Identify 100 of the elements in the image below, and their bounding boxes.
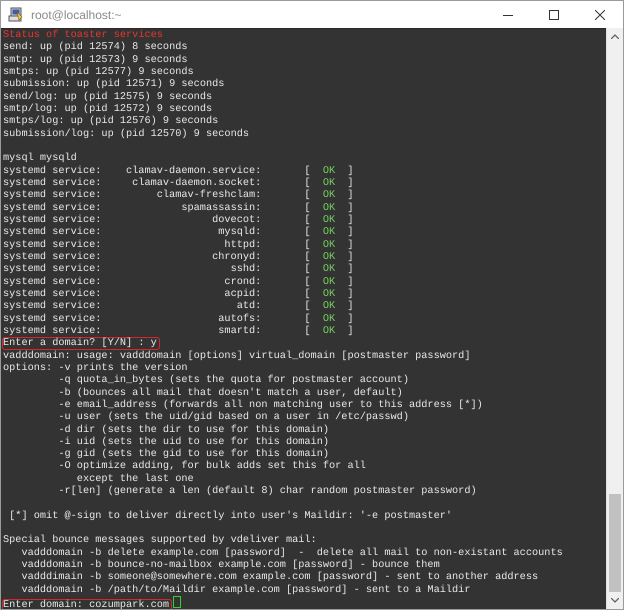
bracket: ] <box>347 263 354 276</box>
bracket: ] <box>347 300 354 313</box>
output-line: smtp: up (pid 12573) 9 seconds <box>3 54 188 66</box>
status-ok: OK <box>322 250 336 264</box>
status-ok: OK <box>322 288 336 300</box>
status-ok: OK <box>322 238 336 251</box>
close-icon[interactable] <box>595 10 605 20</box>
service-name: acpid: <box>223 288 262 300</box>
output-line: -g gid (sets the gid to use for this domain) <box>57 448 330 460</box>
output-line: Special bounce messages supported by vdeliver mail: <box>3 534 317 546</box>
bracket: [ <box>304 324 312 338</box>
service-name: sshd: <box>230 263 262 276</box>
service-label: systemd service: <box>3 312 102 325</box>
service-label: systemd service: <box>3 263 102 276</box>
output-line: submission: up (pid 12571) 9 seconds <box>3 78 224 90</box>
maximize-icon[interactable] <box>549 10 559 20</box>
status-ok: OK <box>322 324 336 338</box>
computer-icon <box>8 6 24 22</box>
status-ok: OK <box>322 176 336 190</box>
status-ok: OK <box>322 312 336 325</box>
service-label: systemd service: <box>3 238 102 251</box>
service-name: dovecot: <box>211 214 262 226</box>
bracket: ] <box>347 288 354 300</box>
output-line: options: -v prints the version <box>3 362 188 374</box>
bracket: ] <box>347 276 354 288</box>
output-line: vadddimain -b someone@somewhere.com example.com [password] - sent to another address <box>20 571 538 584</box>
bracket: [ <box>304 312 312 325</box>
service-label: systemd service: <box>3 176 102 190</box>
output-line: vadddomain -b /path/to/Maildir example.com [password] - sent to a Maildir <box>20 584 470 596</box>
service-name: autofs: <box>217 312 262 325</box>
output-line: -i uid (sets the uid to use for this domain) <box>57 436 330 448</box>
output-line: smtp/log: up (pid 12572) 9 seconds <box>3 102 212 115</box>
service-label: systemd service: <box>3 226 102 239</box>
service-label: systemd service: <box>3 189 102 202</box>
output-line: -b (bounces all mail that doesn't match a user, default) <box>57 386 403 399</box>
output-line: smtps/log: up (pid 12576) 9 seconds <box>3 115 218 128</box>
output-line: vadddomain -b bounce-no-mailbox example.com [password] - bounce them <box>20 559 440 572</box>
output-line: -u user (sets the uid/gid based on a user in /etc/passwd) <box>57 411 409 424</box>
service-label: systemd service: <box>3 214 102 226</box>
bracket: [ <box>304 288 312 300</box>
service-label: systemd service: <box>3 300 102 313</box>
bracket: ] <box>347 238 354 251</box>
status-ok: OK <box>322 226 336 239</box>
service-name: clamav-daemon.service: <box>125 164 262 177</box>
bracket: [ <box>304 214 312 226</box>
bracket: ] <box>347 189 354 202</box>
status-heading: Status of toaster services <box>3 29 163 41</box>
service-label: systemd service: <box>3 324 102 338</box>
status-ok: OK <box>322 189 336 202</box>
service-name: clamav-freshclam: <box>156 189 262 202</box>
bracket: [ <box>304 250 312 264</box>
output-line: send/log: up (pid 12575) 9 seconds <box>3 90 212 103</box>
bracket: [ <box>304 300 312 313</box>
window-title: root@localhost:~ <box>31 8 123 22</box>
scrollbar-thumb[interactable] <box>609 494 621 592</box>
bracket: [ <box>304 202 312 214</box>
output-line: [*] omit @-sign to deliver directly into user's Maildir: '-e postmaster' <box>8 510 452 522</box>
output-line: send: up (pid 12574) 8 seconds <box>3 41 188 54</box>
bracket: ] <box>347 226 354 239</box>
service-name: crond: <box>223 276 262 288</box>
output-line: submission/log: up (pid 12570) 9 seconds <box>3 128 250 140</box>
service-label: systemd service: <box>3 276 102 288</box>
bracket: [ <box>304 164 312 177</box>
output-line: except the last one <box>76 472 194 485</box>
status-ok: OK <box>322 214 336 226</box>
bracket: ] <box>347 214 354 226</box>
service-name: mysqld: <box>217 226 262 239</box>
bracket: [ <box>304 263 312 276</box>
output-line: mysql mysqld <box>3 152 77 164</box>
status-ok: OK <box>322 300 336 313</box>
output-line: -d dir (sets the dir to use for this domain) <box>57 424 330 436</box>
service-name: spamassassin: <box>180 202 262 214</box>
bracket: [ <box>304 189 312 202</box>
output-line: -q quota_in_bytes (sets the quota for postmaster account) <box>57 374 409 386</box>
bracket: ] <box>347 164 354 177</box>
output-line: -e email_address (forwards all non matching user to this address [*]) <box>57 398 483 411</box>
service-label: systemd service: <box>3 250 102 264</box>
bracket: [ <box>304 226 312 239</box>
service-label: systemd service: <box>3 164 102 177</box>
bracket: ] <box>347 202 354 214</box>
bracket: [ <box>304 238 312 251</box>
service-name: smartd: <box>217 324 262 338</box>
output-line: vadddomain -b delete example.com [password] - delete all mail to non-existant accounts <box>20 546 563 559</box>
status-ok: OK <box>322 276 336 288</box>
service-label: systemd service: <box>3 288 102 300</box>
bracket: ] <box>347 324 354 338</box>
bracket: ] <box>347 312 354 325</box>
output-line: -O optimize adding, for bulk adds set this for all <box>57 460 366 472</box>
bracket: [ <box>304 276 312 288</box>
service-name: clamav-daemon.socket: <box>131 176 262 190</box>
bracket: ] <box>347 176 354 190</box>
status-ok: OK <box>322 263 336 276</box>
output-line: -r[len] (generate a len (default 8) char random postmaster password) <box>57 485 477 498</box>
service-label: systemd service: <box>3 202 102 214</box>
status-ok: OK <box>322 202 336 214</box>
service-name: chronyd: <box>211 250 262 264</box>
bracket: [ <box>304 176 312 190</box>
service-name: httpd: <box>223 238 262 251</box>
output-line: vadddomain: usage: vadddomain [options] virtual_domain [postmaster password] <box>3 350 470 362</box>
scrollbar[interactable] <box>606 28 623 609</box>
